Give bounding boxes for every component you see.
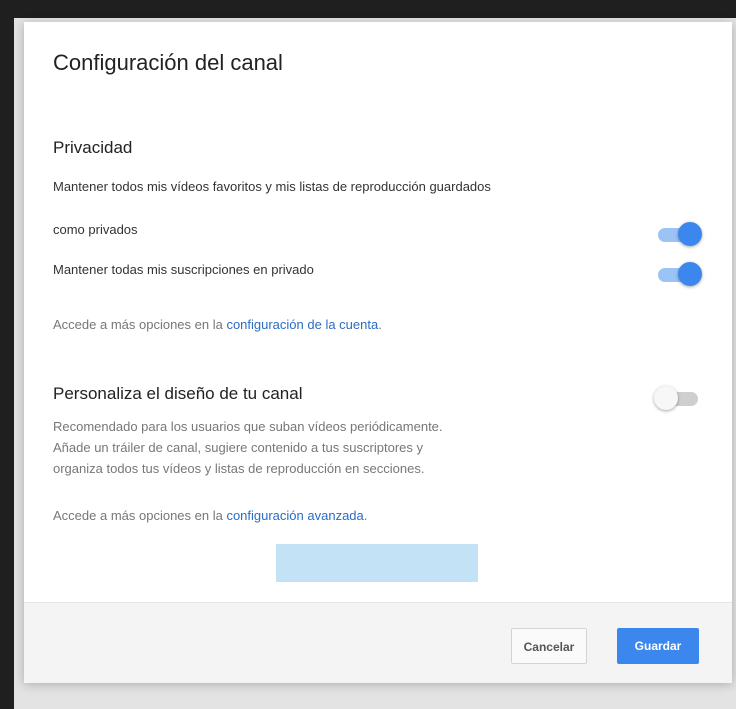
privacy-heading: Privacidad — [53, 138, 133, 157]
advanced-settings-hint: Accede a más opciones en la configuració… — [53, 508, 367, 523]
subscriptions-private-label: Mantener todas mis suscripciones en priv… — [53, 262, 314, 277]
description-line: organiza todos tus vídeos y listas de re… — [53, 461, 425, 476]
dialog-footer: Cancelar Guardar — [24, 602, 732, 683]
account-settings-hint-suffix: . — [378, 317, 382, 332]
account-settings-hint: Accede a más opciones en la configuració… — [53, 317, 382, 332]
description-line: Añade un tráiler de canal, sugiere conte… — [53, 440, 423, 455]
advanced-settings-link[interactable]: configuración avanzada — [226, 508, 363, 523]
toggle-knob — [654, 386, 678, 410]
customize-layout-heading: Personaliza el diseño de tu canal — [53, 384, 303, 403]
advanced-settings-hint-suffix: . — [363, 508, 368, 523]
favorites-private-label-line2: como privados — [53, 222, 138, 237]
subscriptions-private-toggle[interactable] — [654, 261, 702, 287]
backdrop-top-bar — [0, 0, 736, 18]
customize-layout-toggle[interactable] — [654, 385, 702, 411]
backdrop-left-bar — [0, 0, 14, 709]
description-line: Recomendado para los usuarios que suban … — [53, 419, 443, 434]
save-button[interactable]: Guardar — [617, 628, 699, 664]
highlight-box — [276, 544, 478, 582]
advanced-settings-hint-prefix: Accede a más opciones en la — [53, 508, 227, 523]
account-settings-link[interactable]: configuración de la cuenta — [226, 317, 378, 332]
favorites-private-toggle[interactable] — [654, 221, 702, 247]
toggle-knob — [678, 222, 702, 246]
channel-settings-dialog: Configuración del canal Privacidad Mante… — [24, 22, 732, 683]
favorites-private-label-line1: Mantener todos mis vídeos favoritos y mi… — [53, 179, 491, 194]
account-settings-hint-prefix: Accede a más opciones en la — [53, 317, 227, 332]
cancel-button[interactable]: Cancelar — [511, 628, 587, 664]
toggle-knob — [678, 262, 702, 286]
customize-layout-description: Recomendado para los usuarios que suban … — [53, 416, 613, 479]
dialog-title: Configuración del canal — [53, 50, 283, 75]
